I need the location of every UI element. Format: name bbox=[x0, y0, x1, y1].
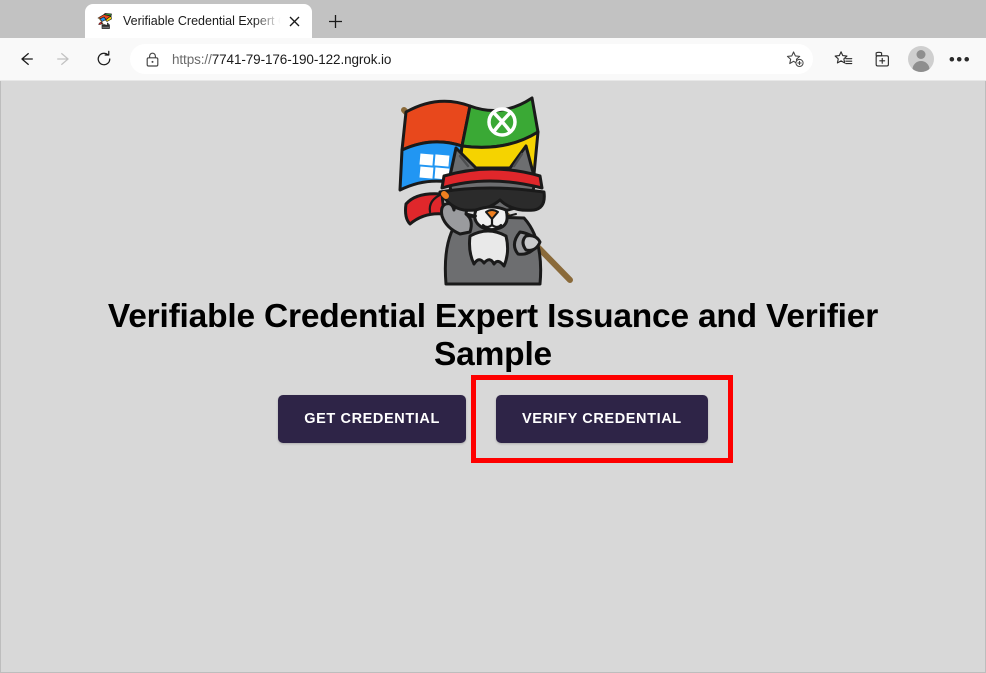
add-favorite-star-icon[interactable] bbox=[781, 45, 809, 73]
browser-tab[interactable]: Verifiable Credential Expert Cli bbox=[85, 4, 312, 38]
url-host: 7741-79-176-190-122.ngrok.io bbox=[211, 51, 392, 67]
address-bar[interactable]: https://7741-79-176-190-122.ngrok.io bbox=[130, 44, 813, 74]
padlock-icon bbox=[143, 50, 161, 68]
verify-credential-button[interactable]: VERIFY CREDENTIAL bbox=[495, 395, 708, 444]
tab-strip: Verifiable Credential Expert Cli bbox=[0, 0, 986, 38]
browser-window: Verifiable Credential Expert Cli https:/… bbox=[0, 0, 986, 673]
tab-title: Verifiable Credential Expert Cli bbox=[123, 14, 282, 28]
action-button-row: GET CREDENTIAL VERIFY CREDENTIAL bbox=[278, 375, 733, 464]
settings-dots: ••• bbox=[948, 49, 972, 69]
tab-close-icon[interactable] bbox=[282, 9, 306, 33]
browser-toolbar: https://7741-79-176-190-122.ngrok.io ••• bbox=[0, 38, 986, 81]
url-text: https://7741-79-176-190-122.ngrok.io bbox=[172, 52, 781, 67]
ninja-cat-favicon bbox=[96, 12, 113, 30]
favorites-icon[interactable] bbox=[826, 42, 860, 76]
ninja-cat-windows-flag-illustration bbox=[398, 84, 588, 289]
refresh-button[interactable] bbox=[87, 42, 121, 76]
page-content: Verifiable Credential Expert Issuance an… bbox=[0, 81, 986, 673]
back-button[interactable] bbox=[9, 42, 43, 76]
verify-credential-wrapper: VERIFY CREDENTIAL bbox=[470, 375, 733, 464]
forward-button bbox=[47, 42, 81, 76]
avatar bbox=[908, 46, 934, 72]
settings-more-icon[interactable]: ••• bbox=[943, 42, 977, 76]
page-title: Verifiable Credential Expert Issuance an… bbox=[107, 298, 879, 373]
url-scheme: https:// bbox=[172, 51, 212, 67]
collections-icon[interactable] bbox=[865, 42, 899, 76]
get-credential-button[interactable]: GET CREDENTIAL bbox=[278, 395, 466, 444]
new-tab-button[interactable] bbox=[320, 6, 350, 36]
profile-avatar[interactable] bbox=[904, 42, 938, 76]
